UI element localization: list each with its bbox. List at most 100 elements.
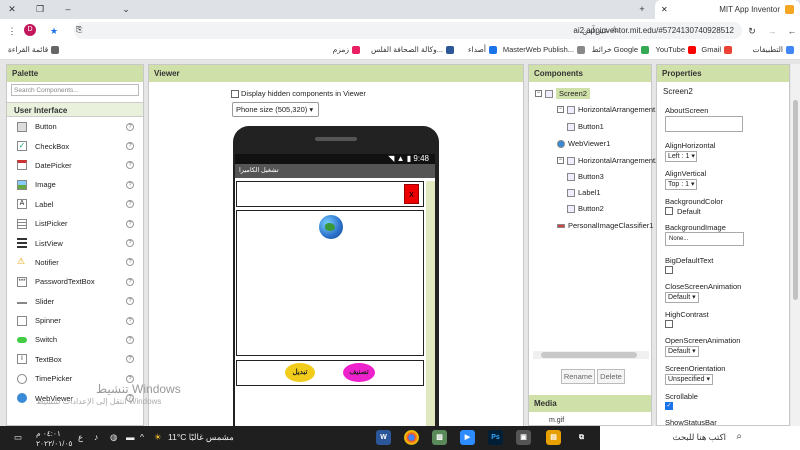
help-icon[interactable]: ? (126, 180, 134, 189)
big-default-checkbox[interactable] (665, 266, 673, 274)
bookmark-press-agency[interactable]: وكالة الصحافة الفلس... (371, 45, 454, 55)
high-contrast-checkbox[interactable] (665, 320, 673, 328)
taskbar-search-box[interactable]: اكتب هنا للبحث ⌕ (600, 426, 800, 450)
notification-icon[interactable]: ▭ (14, 432, 22, 443)
bookmark-star-icon[interactable]: ★ (48, 25, 60, 37)
align-horizontal-select[interactable]: Left : 1 ▾ (665, 151, 697, 162)
tree-node-horizontalarrangement2[interactable]: − HorizontalArrangement2 (557, 156, 659, 165)
battery-icon[interactable]: ▬ (126, 432, 135, 442)
windows-start-icon[interactable] (784, 430, 798, 444)
tree-horizontal-scrollbar[interactable] (533, 351, 649, 359)
photos-icon[interactable]: ▨ (432, 430, 447, 445)
palette-item-label[interactable]: A Label? (7, 195, 143, 214)
bg-color-value[interactable]: Default (677, 207, 701, 216)
close-animation-select[interactable]: Default ▾ (665, 292, 699, 303)
media-item[interactable]: m.gif (549, 417, 564, 424)
browser-tab[interactable]: ✕ MIT App Inventor (655, 0, 800, 19)
bookmark-youtube[interactable]: YouTube (656, 45, 696, 55)
scrollable-checkbox[interactable]: ✓ (665, 402, 673, 410)
palette-item-spinner[interactable]: Spinner? (7, 311, 143, 330)
help-icon[interactable]: ? (126, 335, 134, 344)
palette-item-checkbox[interactable]: ✓ CheckBox? (7, 136, 143, 155)
tab-close-icon[interactable]: ✕ (661, 5, 668, 14)
component-search-input[interactable]: Search Components... (11, 84, 139, 96)
collapse-icon[interactable]: − (535, 90, 542, 97)
bookmark-zamzam[interactable]: زمزم (333, 45, 360, 55)
palette-item-datepicker[interactable]: DatePicker? (7, 156, 143, 175)
button2[interactable]: تصنيف (343, 363, 375, 382)
back-icon[interactable]: ← (786, 25, 798, 37)
open-animation-select[interactable]: Default ▾ (665, 346, 699, 357)
help-icon[interactable]: ? (126, 219, 134, 228)
task-view-icon[interactable]: ⧉ (574, 430, 589, 445)
chrome-icon[interactable] (404, 430, 419, 445)
omnibox[interactable]: ⎘ غير آمن ⚠ ai2.appinventor.mit.edu/#572… (74, 22, 742, 39)
zoom-icon[interactable]: ▶ (460, 430, 475, 445)
help-icon[interactable]: ? (126, 297, 134, 306)
tree-node-button2[interactable]: Button2 (567, 204, 604, 213)
help-icon[interactable]: ? (126, 122, 134, 131)
bookmark-gmail[interactable]: Gmail (701, 45, 732, 55)
bookmark-asdaa[interactable]: أصداء (468, 45, 497, 55)
tab-search-icon[interactable]: ⌄ (120, 3, 132, 15)
screen-orientation-select[interactable]: Unspecified ▾ (665, 374, 713, 385)
user-interface-section[interactable]: User Interface (7, 102, 143, 117)
display-hidden-toggle[interactable]: Display hidden components in Viewer (231, 89, 366, 98)
network-icon[interactable]: ◍ (110, 432, 117, 443)
weather-icon[interactable]: ☀ (154, 432, 162, 443)
help-icon[interactable]: ? (126, 161, 134, 170)
palette-item-passwordtextbox[interactable]: *** PasswordTextBox? (7, 272, 143, 291)
forward-icon[interactable]: → (766, 25, 778, 37)
button3[interactable]: تبديل (285, 363, 315, 382)
delete-button[interactable]: Delete (597, 369, 625, 384)
menu-icon[interactable]: ⋮ (6, 25, 18, 37)
help-icon[interactable]: ? (126, 277, 134, 286)
phone-size-select[interactable]: Phone size (505,320) ▾ (232, 102, 319, 117)
bg-color-swatch[interactable] (665, 207, 673, 215)
clock-time[interactable]: ٠٤:٠١ م (36, 429, 61, 438)
help-icon[interactable]: ? (126, 142, 134, 151)
profile-avatar[interactable]: D (24, 24, 36, 36)
page-scrollbar-thumb[interactable] (793, 100, 798, 300)
tree-node-label1[interactable]: Label1 (567, 188, 601, 197)
restore-window-icon[interactable]: ❐ (34, 3, 46, 15)
share-icon[interactable]: ⎘ (76, 25, 82, 35)
volume-icon[interactable]: ♪ (94, 432, 98, 442)
palette-item-button[interactable]: Button? (7, 117, 143, 136)
collapse-icon[interactable]: − (557, 157, 564, 164)
bg-image-picker[interactable]: None... (665, 232, 744, 246)
bookmark-masterweb[interactable]: MasterWeb Publish... (503, 45, 585, 55)
button1[interactable]: x (404, 184, 419, 204)
palette-item-image[interactable]: Image? (7, 175, 143, 194)
close-window-icon[interactable]: ✕ (6, 3, 18, 15)
palette-item-switch[interactable]: Switch? (7, 330, 143, 349)
tree-node-webviewer1[interactable]: WebViewer1 (557, 139, 610, 148)
palette-item-listview[interactable]: ListView? (7, 233, 143, 252)
url-text[interactable]: ai2.appinventor.mit.edu/#572413074092851… (573, 26, 734, 35)
webviewer1[interactable] (236, 210, 424, 356)
help-icon[interactable]: ? (126, 316, 134, 325)
tree-node-button1[interactable]: Button1 (567, 122, 604, 131)
taskbar-search-text[interactable]: اكتب هنا للبحث (673, 432, 726, 443)
help-icon[interactable]: ? (126, 239, 134, 248)
bookmark-google-maps[interactable]: خرائط Google (592, 45, 649, 55)
tree-node-horizontalarrangement1[interactable]: − HorizontalArrangement1 (557, 105, 659, 114)
reload-icon[interactable]: ↻ (746, 25, 758, 37)
weather-text[interactable]: 11°C مشمس غالبًا (168, 432, 234, 443)
file-explorer-icon[interactable]: ▤ (546, 430, 561, 445)
language-indicator[interactable]: ع (78, 432, 83, 443)
tree-node-screen2[interactable]: − Screen2 (535, 88, 590, 99)
help-icon[interactable]: ? (126, 200, 134, 209)
tray-chevron-icon[interactable]: ^ (140, 432, 144, 442)
word-icon[interactable]: W (376, 430, 391, 445)
palette-item-notifier[interactable]: ⚠ Notifier? (7, 253, 143, 272)
rename-button[interactable]: Rename (561, 369, 595, 384)
help-icon[interactable]: ? (126, 355, 134, 364)
bookmark-apps[interactable]: التطبيقات (753, 45, 794, 55)
palette-item-listpicker[interactable]: ListPicker? (7, 214, 143, 233)
reading-list[interactable]: قائمة القراءة (8, 45, 60, 55)
horizontal-arrangement-2[interactable]: تبديل تصنيف (236, 360, 424, 386)
minimize-window-icon[interactable]: – (62, 3, 74, 15)
palette-item-slider[interactable]: Slider? (7, 292, 143, 311)
photoshop-icon[interactable]: Ps (488, 430, 503, 445)
